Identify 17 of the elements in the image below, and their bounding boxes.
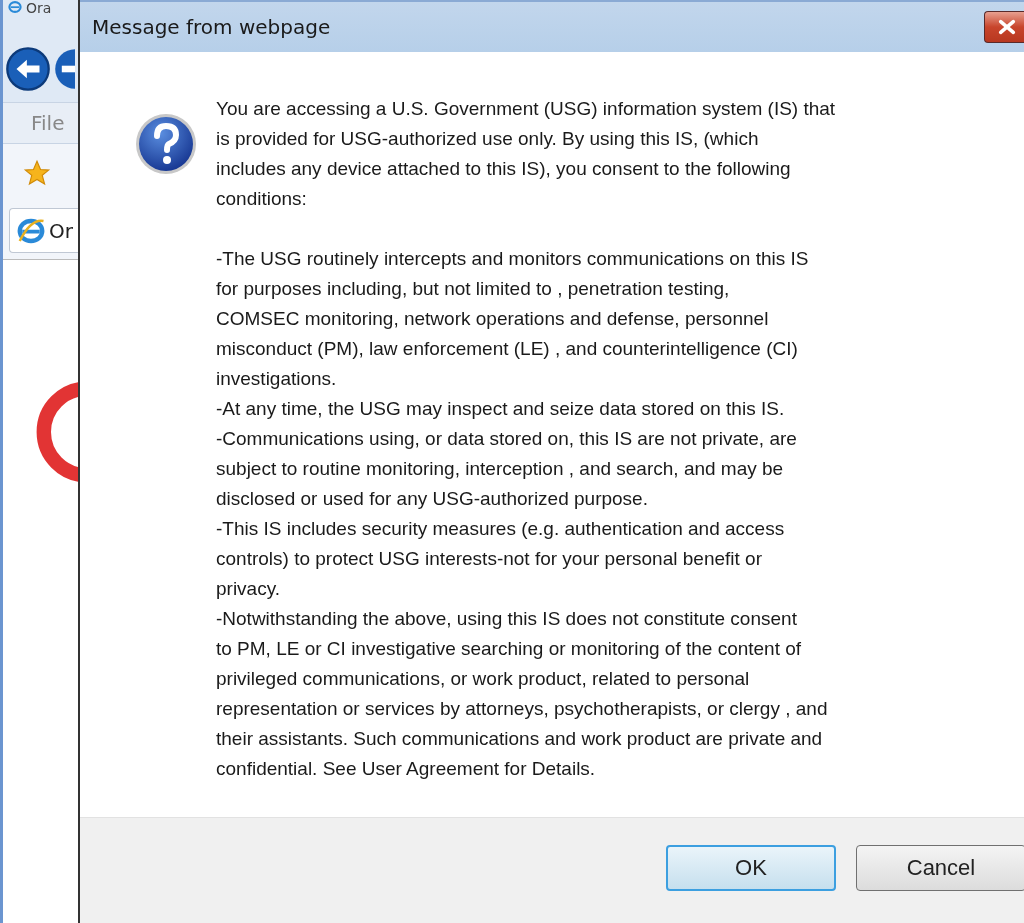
dialog-button[interactable]: Cancel: [856, 845, 1024, 891]
dialog-button[interactable]: OK: [666, 845, 836, 891]
star-icon[interactable]: [23, 159, 51, 187]
close-button[interactable]: [984, 11, 1024, 43]
back-button[interactable]: [5, 46, 51, 92]
message-paragraph: You are accessing a U.S. Government (USG) information system (IS) that is provided for USG-authorized use only. By using this IS, (which includes any device attached to this IS), you consent to the following conditions:: [216, 97, 836, 211]
message-paragraph: -Communications using, or data stored on, this IS are not private, are subject to routine monitoring, interception , and search, and may be disclosed or used for any USG-authorized purpose.: [216, 427, 798, 511]
message-paragraph: -At any time, the USG may inspect and seize data stored on this IS.: [216, 397, 786, 421]
forward-button[interactable]: [53, 46, 75, 92]
message-paragraph: -This IS includes security measures (e.g. authentication and access controls) to protect USG interests-not for your personal benefit or privacy.: [216, 517, 786, 601]
question-icon: [134, 112, 198, 176]
window-title: Ora: [26, 0, 52, 16]
browser-logo-icon: [7, 0, 23, 14]
message-paragraph: -Notwithstanding the above, using this IS does not constitute consent to PM, LE or CI investigative searching or monitoring of the content of privileged communications, or work product, related to personal representation or services by attorneys, psychotherapists, or clergy , and their assistants. Such communications and work product are private and confidential. See User Agreement for Details.: [216, 607, 829, 781]
dialog-title: Message from webpage: [92, 15, 331, 39]
message-paragraph: -The USG routinely intercepts and monitors communications on this IS for purposes including, but not limited to , penetration testing, COMSEC monitoring, network operations and defense, personnel misconduct (PM), law enforcement (LE) , and counterintelligence (CI) investigations.: [216, 247, 810, 391]
browser-tab[interactable]: Or: [9, 208, 78, 253]
